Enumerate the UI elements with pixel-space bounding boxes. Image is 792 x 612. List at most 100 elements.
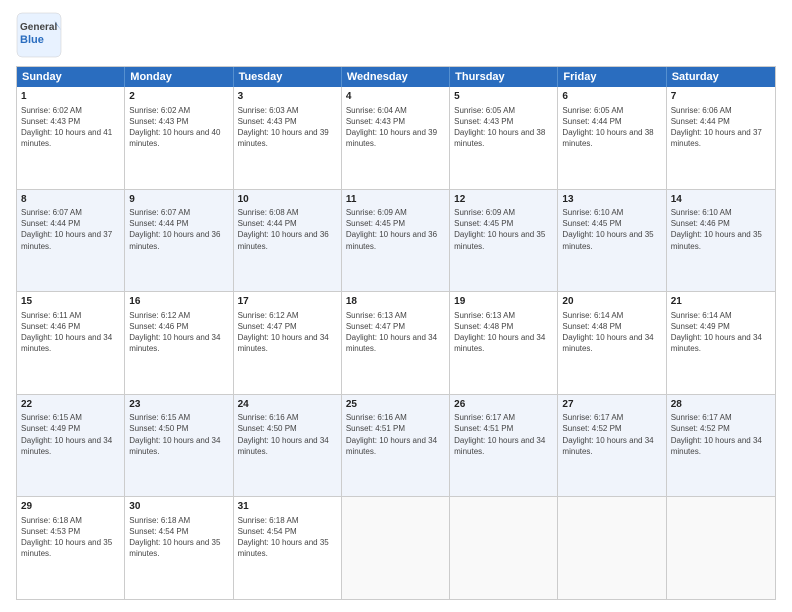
cell-info: Sunrise: 6:02 AM Sunset: 4:43 PM Dayligh… [129, 105, 228, 150]
day-number: 24 [238, 398, 337, 412]
sunset-label: Sunset: 4:46 PM [21, 322, 80, 331]
day-number: 6 [562, 90, 661, 104]
calendar-cell: 11 Sunrise: 6:09 AM Sunset: 4:45 PM Dayl… [342, 190, 450, 292]
calendar-cell: 9 Sunrise: 6:07 AM Sunset: 4:44 PM Dayli… [125, 190, 233, 292]
calendar-week-3: 15 Sunrise: 6:11 AM Sunset: 4:46 PM Dayl… [17, 291, 775, 394]
calendar-cell: 10 Sunrise: 6:08 AM Sunset: 4:44 PM Dayl… [234, 190, 342, 292]
day-number: 1 [21, 90, 120, 104]
day-number: 22 [21, 398, 120, 412]
cell-info: Sunrise: 6:04 AM Sunset: 4:43 PM Dayligh… [346, 105, 445, 150]
calendar-week-2: 8 Sunrise: 6:07 AM Sunset: 4:44 PM Dayli… [17, 189, 775, 292]
sunset-label: Sunset: 4:45 PM [346, 219, 405, 228]
daylight-label: Daylight: 10 hours and 34 minutes. [129, 333, 220, 353]
sunset-label: Sunset: 4:49 PM [21, 424, 80, 433]
header-day-friday: Friday [558, 67, 666, 87]
daylight-label: Daylight: 10 hours and 37 minutes. [671, 128, 762, 148]
daylight-label: Daylight: 10 hours and 35 minutes. [671, 230, 762, 250]
sunset-label: Sunset: 4:47 PM [238, 322, 297, 331]
sunrise-label: Sunrise: 6:11 AM [21, 311, 81, 320]
cell-info: Sunrise: 6:03 AM Sunset: 4:43 PM Dayligh… [238, 105, 337, 150]
day-number: 9 [129, 193, 228, 207]
daylight-label: Daylight: 10 hours and 37 minutes. [21, 230, 112, 250]
day-number: 3 [238, 90, 337, 104]
calendar-cell [667, 497, 775, 599]
day-number: 23 [129, 398, 228, 412]
sunrise-label: Sunrise: 6:12 AM [238, 311, 299, 320]
calendar-cell: 14 Sunrise: 6:10 AM Sunset: 4:46 PM Dayl… [667, 190, 775, 292]
logo: General Blue [16, 12, 62, 58]
day-number: 14 [671, 193, 771, 207]
calendar-cell [342, 497, 450, 599]
day-number: 25 [346, 398, 445, 412]
cell-info: Sunrise: 6:12 AM Sunset: 4:46 PM Dayligh… [129, 310, 228, 355]
daylight-label: Daylight: 10 hours and 34 minutes. [21, 333, 112, 353]
calendar-cell: 16 Sunrise: 6:12 AM Sunset: 4:46 PM Dayl… [125, 292, 233, 394]
calendar-cell: 2 Sunrise: 6:02 AM Sunset: 4:43 PM Dayli… [125, 87, 233, 189]
logo-svg: General Blue [16, 12, 62, 58]
daylight-label: Daylight: 10 hours and 34 minutes. [129, 436, 220, 456]
day-number: 8 [21, 193, 120, 207]
day-number: 10 [238, 193, 337, 207]
sunrise-label: Sunrise: 6:08 AM [238, 208, 299, 217]
cell-info: Sunrise: 6:18 AM Sunset: 4:53 PM Dayligh… [21, 515, 120, 560]
calendar-cell: 1 Sunrise: 6:02 AM Sunset: 4:43 PM Dayli… [17, 87, 125, 189]
calendar-cell: 5 Sunrise: 6:05 AM Sunset: 4:43 PM Dayli… [450, 87, 558, 189]
sunrise-label: Sunrise: 6:18 AM [129, 516, 190, 525]
daylight-label: Daylight: 10 hours and 34 minutes. [671, 333, 762, 353]
calendar-cell: 26 Sunrise: 6:17 AM Sunset: 4:51 PM Dayl… [450, 395, 558, 497]
calendar-cell: 8 Sunrise: 6:07 AM Sunset: 4:44 PM Dayli… [17, 190, 125, 292]
cell-info: Sunrise: 6:18 AM Sunset: 4:54 PM Dayligh… [129, 515, 228, 560]
sunset-label: Sunset: 4:44 PM [238, 219, 297, 228]
daylight-label: Daylight: 10 hours and 34 minutes. [238, 333, 329, 353]
sunset-label: Sunset: 4:44 PM [21, 219, 80, 228]
cell-info: Sunrise: 6:14 AM Sunset: 4:48 PM Dayligh… [562, 310, 661, 355]
calendar-cell [558, 497, 666, 599]
sunset-label: Sunset: 4:51 PM [346, 424, 405, 433]
day-number: 30 [129, 500, 228, 514]
calendar-header: SundayMondayTuesdayWednesdayThursdayFrid… [17, 67, 775, 87]
sunset-label: Sunset: 4:51 PM [454, 424, 513, 433]
daylight-label: Daylight: 10 hours and 35 minutes. [238, 538, 329, 558]
daylight-label: Daylight: 10 hours and 35 minutes. [21, 538, 112, 558]
daylight-label: Daylight: 10 hours and 34 minutes. [346, 436, 437, 456]
cell-info: Sunrise: 6:09 AM Sunset: 4:45 PM Dayligh… [454, 207, 553, 252]
sunrise-label: Sunrise: 6:07 AM [129, 208, 190, 217]
header-day-sunday: Sunday [17, 67, 125, 87]
header-day-thursday: Thursday [450, 67, 558, 87]
header-day-monday: Monday [125, 67, 233, 87]
svg-text:Blue: Blue [20, 34, 44, 46]
calendar-cell: 15 Sunrise: 6:11 AM Sunset: 4:46 PM Dayl… [17, 292, 125, 394]
day-number: 26 [454, 398, 553, 412]
calendar-cell: 17 Sunrise: 6:12 AM Sunset: 4:47 PM Dayl… [234, 292, 342, 394]
sunset-label: Sunset: 4:50 PM [238, 424, 297, 433]
daylight-label: Daylight: 10 hours and 34 minutes. [238, 436, 329, 456]
day-number: 2 [129, 90, 228, 104]
calendar-cell: 31 Sunrise: 6:18 AM Sunset: 4:54 PM Dayl… [234, 497, 342, 599]
cell-info: Sunrise: 6:15 AM Sunset: 4:50 PM Dayligh… [129, 412, 228, 457]
day-number: 12 [454, 193, 553, 207]
sunset-label: Sunset: 4:44 PM [562, 117, 621, 126]
sunset-label: Sunset: 4:52 PM [671, 424, 730, 433]
daylight-label: Daylight: 10 hours and 36 minutes. [238, 230, 329, 250]
sunrise-label: Sunrise: 6:18 AM [238, 516, 299, 525]
sunrise-label: Sunrise: 6:07 AM [21, 208, 82, 217]
calendar-cell: 22 Sunrise: 6:15 AM Sunset: 4:49 PM Dayl… [17, 395, 125, 497]
calendar-cell: 4 Sunrise: 6:04 AM Sunset: 4:43 PM Dayli… [342, 87, 450, 189]
sunrise-label: Sunrise: 6:10 AM [562, 208, 623, 217]
daylight-label: Daylight: 10 hours and 34 minutes. [562, 333, 653, 353]
calendar-cell: 6 Sunrise: 6:05 AM Sunset: 4:44 PM Dayli… [558, 87, 666, 189]
header: General Blue [16, 12, 776, 58]
day-number: 20 [562, 295, 661, 309]
sunrise-label: Sunrise: 6:14 AM [671, 311, 732, 320]
cell-info: Sunrise: 6:09 AM Sunset: 4:45 PM Dayligh… [346, 207, 445, 252]
day-number: 19 [454, 295, 553, 309]
daylight-label: Daylight: 10 hours and 34 minutes. [21, 436, 112, 456]
day-number: 13 [562, 193, 661, 207]
cell-info: Sunrise: 6:15 AM Sunset: 4:49 PM Dayligh… [21, 412, 120, 457]
sunset-label: Sunset: 4:48 PM [454, 322, 513, 331]
cell-info: Sunrise: 6:07 AM Sunset: 4:44 PM Dayligh… [21, 207, 120, 252]
cell-info: Sunrise: 6:10 AM Sunset: 4:45 PM Dayligh… [562, 207, 661, 252]
cell-info: Sunrise: 6:10 AM Sunset: 4:46 PM Dayligh… [671, 207, 771, 252]
cell-info: Sunrise: 6:11 AM Sunset: 4:46 PM Dayligh… [21, 310, 120, 355]
sunset-label: Sunset: 4:45 PM [562, 219, 621, 228]
